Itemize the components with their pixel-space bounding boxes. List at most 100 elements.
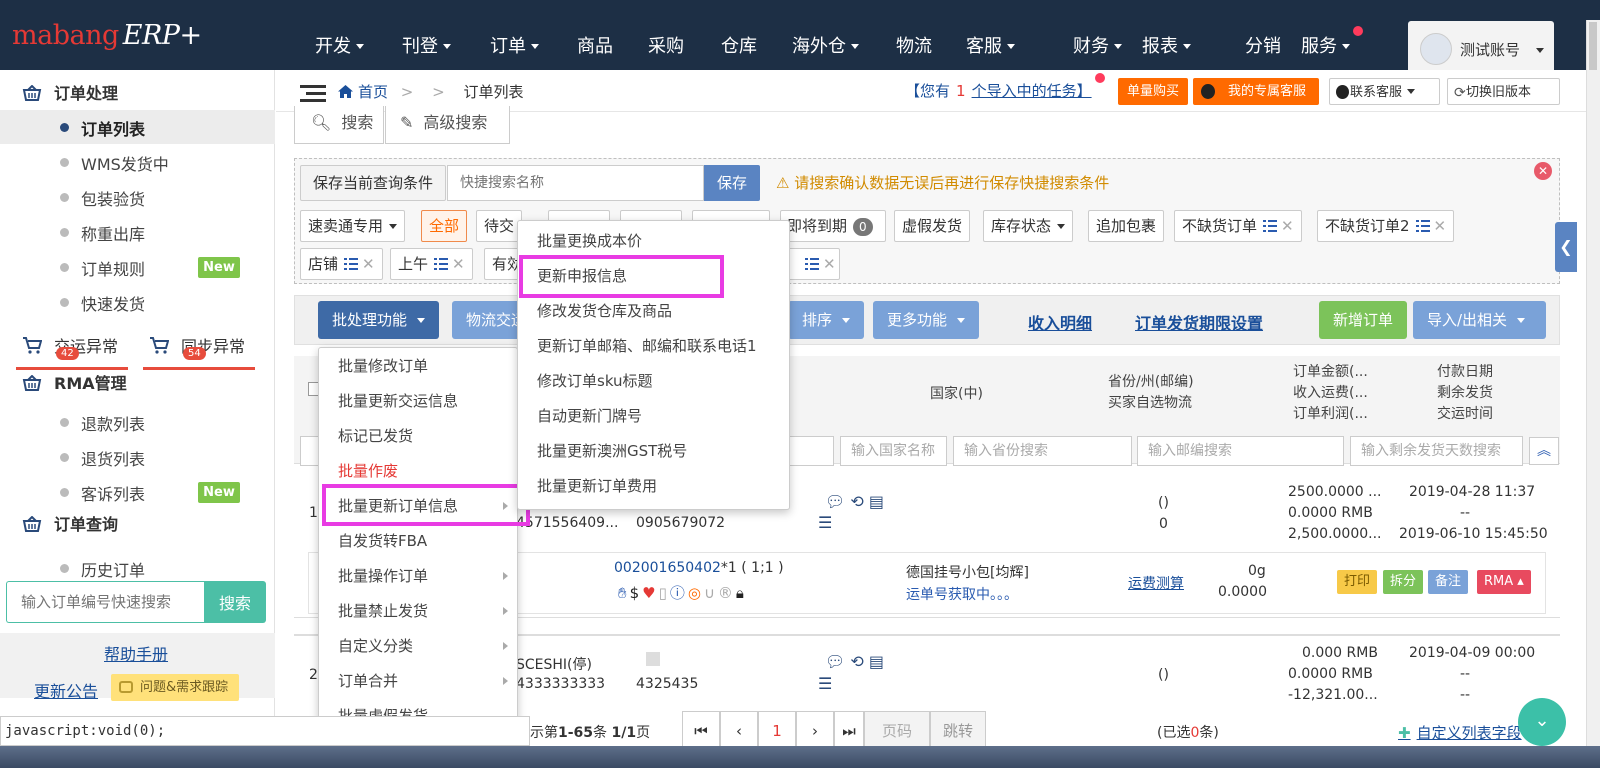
- remove-icon[interactable]: ✕: [1434, 217, 1447, 235]
- remove-icon[interactable]: ✕: [823, 255, 836, 273]
- nav-7[interactable]: 海外仓: [792, 32, 859, 58]
- batch-menu-item[interactable]: 批量更新交运信息: [320, 384, 516, 418]
- nav-8[interactable]: 物流: [896, 32, 932, 58]
- batch-process-button[interactable]: 批处理功能: [318, 301, 440, 339]
- note-button[interactable]: 备注: [1428, 570, 1469, 594]
- history-icon[interactable]: ⟲: [850, 652, 863, 671]
- sidebar-item[interactable]: 订单规则 New: [0, 250, 275, 284]
- prev-page-button[interactable]: ‹: [720, 711, 758, 751]
- issue-tracker-button[interactable]: 问题&需求跟踪: [111, 674, 239, 701]
- filter-stock-status[interactable]: 库存状态: [983, 210, 1074, 242]
- submenu-item[interactable]: 批量更新澳洲GST税号: [519, 434, 787, 468]
- tab-search[interactable]: 🔍︎ 搜索: [294, 106, 384, 144]
- sidebar-item[interactable]: 退款列表: [0, 405, 275, 439]
- nav-9[interactable]: 客服: [966, 32, 1015, 58]
- scrollbar[interactable]: [1586, 20, 1600, 746]
- card-icon[interactable]: ▤: [869, 492, 884, 511]
- submenu-item[interactable]: 自动更新门牌号: [519, 399, 787, 433]
- detail-icon[interactable]: ☰: [818, 513, 832, 532]
- remove-icon[interactable]: ✕: [1281, 217, 1294, 235]
- split-button[interactable]: 拆分: [1383, 570, 1424, 594]
- batch-menu-item[interactable]: 批量修改订单: [320, 349, 516, 383]
- custom-columns-link[interactable]: ✚ 自定义列表字段: [1398, 722, 1522, 743]
- exclusive-service-button[interactable]: 我的专属客服: [1193, 78, 1319, 105]
- collapse-icon[interactable]: ︽: [1529, 437, 1559, 465]
- sidebar-item[interactable]: 快速发货: [0, 285, 275, 319]
- new-order-button[interactable]: 新增订单: [1319, 301, 1408, 339]
- zip-filter-input[interactable]: 输入邮编搜索: [1137, 436, 1344, 466]
- remaining-days-filter-input[interactable]: 输入剩余发货天数搜索: [1350, 436, 1523, 466]
- submenu-item[interactable]: 修改订单sku标题: [519, 364, 787, 398]
- current-page[interactable]: 1: [758, 711, 796, 751]
- menu-toggle-icon[interactable]: [300, 85, 326, 103]
- sidebar-item[interactable]: 历史订单: [0, 551, 275, 585]
- country-filter-input[interactable]: 输入国家名称: [840, 436, 947, 466]
- scrollbar-thumb[interactable]: [1589, 22, 1597, 70]
- nav-5[interactable]: 采购: [648, 32, 684, 58]
- contact-service-button[interactable]: 联系客服: [1329, 78, 1440, 105]
- exception-shipping[interactable]: 交运异常 42: [22, 333, 118, 360]
- rma-button[interactable]: RMA ▴: [1477, 570, 1531, 594]
- more-functions-button[interactable]: 更多功能: [873, 301, 980, 339]
- submenu-item[interactable]: 修改发货仓库及商品: [519, 294, 787, 328]
- chat-icon[interactable]: 💬︎: [825, 652, 845, 671]
- quick-search-button[interactable]: 搜索: [204, 581, 266, 623]
- print-button[interactable]: 打印: [1337, 570, 1378, 594]
- save-button[interactable]: 保存: [704, 165, 760, 201]
- submenu-item[interactable]: 批量更换成本价: [519, 224, 787, 258]
- filter-pending[interactable]: 待交: [476, 210, 523, 242]
- filter-in-stock[interactable]: 不缺货订单 ✕: [1174, 210, 1302, 242]
- batch-menu-item[interactable]: 批量作废: [320, 454, 516, 488]
- switch-version-button[interactable]: ⟳ 切换旧版本: [1447, 78, 1560, 105]
- batch-menu-item[interactable]: 自定义分类: [320, 629, 516, 663]
- filter-add-package[interactable]: 追加包裹: [1088, 210, 1165, 242]
- first-page-button[interactable]: ⏮︎: [682, 711, 720, 751]
- sidebar-item[interactable]: 客诉列表 New: [0, 475, 275, 509]
- quick-search-input[interactable]: [6, 581, 204, 623]
- filter-aliexpress[interactable]: 速卖通专用: [300, 210, 406, 242]
- breadcrumb-home[interactable]: 首页: [338, 83, 388, 101]
- submenu-item[interactable]: 批量更新订单费用: [519, 469, 787, 503]
- import-tasks-link[interactable]: 【您有 1 个导入中的任务】: [905, 80, 1092, 101]
- tab-advanced-search[interactable]: ✎ 高级搜索: [385, 106, 510, 144]
- batch-menu-item[interactable]: 批量禁止发货: [320, 594, 516, 628]
- sidebar-item[interactable]: WMS发货中: [0, 145, 275, 179]
- section-rma[interactable]: RMA管理: [22, 370, 127, 394]
- nav-4[interactable]: 商品: [577, 32, 613, 58]
- filter-input[interactable]: [300, 436, 320, 466]
- income-detail-link[interactable]: 收入明细: [1028, 310, 1092, 334]
- submenu-item[interactable]: 更新订单邮箱、邮编和联系电话1: [519, 329, 787, 363]
- filter-morning[interactable]: 上午 ✕: [390, 248, 473, 280]
- filter-expiring[interactable]: 即将到期 0: [780, 210, 886, 242]
- filter-in-stock-2[interactable]: 不缺货订单2 ✕: [1317, 210, 1455, 242]
- quick-search-name-input[interactable]: [447, 165, 704, 201]
- section-order-processing[interactable]: 订单处理: [22, 80, 118, 104]
- sort-button[interactable]: 排序: [788, 301, 865, 339]
- section-order-query[interactable]: 订单查询: [22, 511, 118, 535]
- batch-menu-item[interactable]: 批量操作订单: [320, 559, 516, 593]
- collapse-panel-icon[interactable]: ❮: [1555, 222, 1577, 272]
- province-filter-input[interactable]: 输入省份搜索: [953, 436, 1132, 466]
- sidebar-item[interactable]: 包装验货: [0, 180, 275, 214]
- help-manual-link[interactable]: 帮助手册: [104, 641, 168, 665]
- next-page-button[interactable]: ›: [796, 711, 834, 751]
- batch-menu-item[interactable]: 自发货转FBA: [320, 524, 516, 558]
- nav-13[interactable]: 服务: [1301, 32, 1350, 58]
- nav-2[interactable]: 刊登: [402, 32, 451, 58]
- nav-6[interactable]: 仓库: [721, 32, 757, 58]
- nav-10[interactable]: 财务: [1073, 32, 1122, 58]
- batch-menu-item[interactable]: 标记已发货: [320, 419, 516, 453]
- page-number-input[interactable]: 页码: [864, 711, 930, 751]
- chat-icon[interactable]: 💬︎: [825, 492, 845, 511]
- nav-12[interactable]: 分销: [1245, 32, 1281, 58]
- buy-volume-button[interactable]: 单量购买: [1118, 78, 1188, 105]
- deadline-settings-link[interactable]: 订单发货期限设置: [1135, 310, 1263, 334]
- batch-menu-item[interactable]: 订单合并: [320, 664, 516, 698]
- chevron-down-icon[interactable]: ⌄: [1518, 698, 1566, 746]
- close-icon[interactable]: ✕: [1534, 162, 1552, 180]
- nav-1[interactable]: 开发: [315, 32, 364, 58]
- sku-link[interactable]: 002001650402*1 ( 1;1 ): [614, 560, 784, 576]
- app-logo[interactable]: mabang ERP+: [12, 20, 202, 51]
- filter-store[interactable]: 店铺 ✕: [300, 248, 383, 280]
- sidebar-item[interactable]: 订单列表: [0, 110, 275, 144]
